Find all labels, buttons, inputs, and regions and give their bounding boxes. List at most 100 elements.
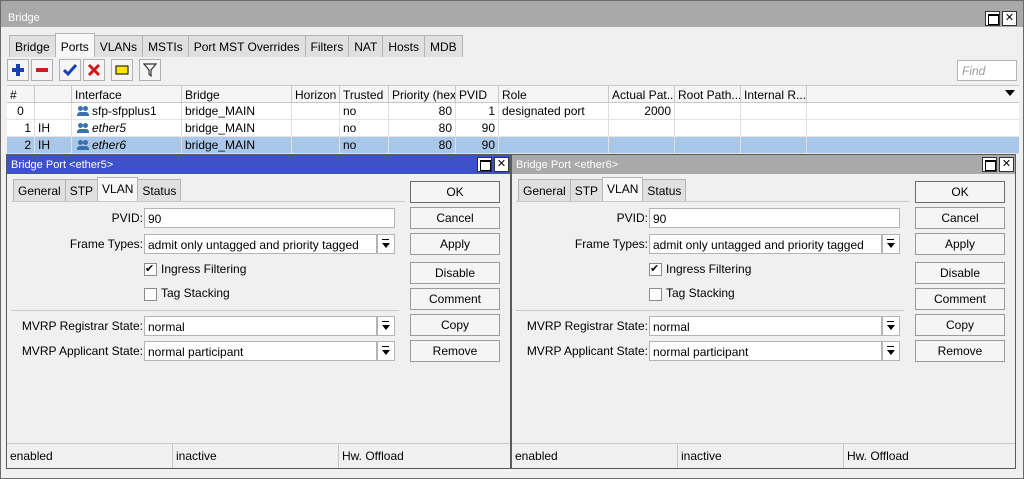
mvrp-registrar-select[interactable]: normal — [649, 316, 882, 336]
tag-stacking-checkbox[interactable] — [144, 288, 157, 301]
cancel-button[interactable]: Cancel — [915, 207, 1005, 229]
frame-types-select[interactable]: admit only untagged and priority tagged — [649, 234, 882, 254]
col-internal[interactable]: Internal R... — [741, 86, 807, 102]
pvid-input[interactable]: 90 — [144, 208, 395, 228]
comment-button[interactable] — [111, 59, 133, 81]
tab-status[interactable]: Status — [642, 179, 687, 201]
copy-button[interactable]: Copy — [410, 314, 500, 336]
ok-button[interactable]: OK — [915, 181, 1005, 203]
mvrp-registrar-dropdown-icon[interactable] — [882, 316, 900, 336]
columns-dropdown-icon[interactable] — [1005, 90, 1015, 96]
window-title-bar[interactable]: Bridge — [1, 1, 1023, 27]
frame-types-label: Frame Types: — [574, 237, 648, 251]
col-root-path[interactable]: Root Path... — [675, 86, 741, 102]
ingress-filtering-checkbox[interactable] — [144, 262, 157, 276]
tab-bridge[interactable]: Bridge — [9, 35, 56, 57]
close-icon[interactable] — [494, 157, 509, 172]
pvid-label: PVID: — [616, 211, 648, 225]
disable-button[interactable]: Disable — [915, 262, 1005, 284]
mvrp-applicant-dropdown-icon[interactable] — [882, 341, 900, 361]
ingress-filtering-checkbox[interactable] — [649, 262, 662, 276]
col-pvid[interactable]: PVID — [456, 86, 499, 102]
disable-button[interactable] — [83, 59, 105, 81]
dialog-title-bar[interactable]: Bridge Port <ether6> — [512, 155, 1015, 174]
dialog-title: Bridge Port <ether6> — [516, 159, 619, 171]
col-flags[interactable] — [35, 86, 72, 102]
cancel-button[interactable]: Cancel — [410, 207, 500, 229]
table-row[interactable]: 1 IH ether5 bridge_MAIN no 80 90 — [7, 120, 1019, 137]
col-bridge[interactable]: Bridge — [182, 86, 292, 102]
frame-types-select[interactable]: admit only untagged and priority tagged — [144, 234, 377, 254]
mvrp-registrar-label: MVRP Registrar State: — [21, 319, 143, 333]
pvid-input[interactable]: 90 — [649, 208, 900, 228]
maximize-icon[interactable] — [477, 157, 492, 172]
mvrp-registrar-select[interactable]: normal — [144, 316, 377, 336]
tab-mdb[interactable]: MDB — [424, 35, 463, 57]
apply-button[interactable]: Apply — [410, 233, 500, 255]
col-trusted[interactable]: Trusted — [340, 86, 389, 102]
vlan-panel: PVID: 90 Frame Types: admit only untagge… — [516, 201, 910, 379]
tab-general[interactable]: General — [518, 179, 571, 201]
maximize-icon[interactable] — [985, 11, 1000, 26]
interface-icon — [77, 140, 89, 150]
plus-icon — [12, 64, 24, 76]
table-row[interactable]: 0 sfp-sfpplus1 bridge_MAIN no 80 1 desig… — [7, 103, 1019, 120]
tab-mstis[interactable]: MSTIs — [142, 35, 189, 57]
col-horizon[interactable]: Horizon — [292, 86, 340, 102]
col-priority[interactable]: Priority (hex) — [389, 86, 456, 102]
dialog-title-bar[interactable]: Bridge Port <ether5> — [7, 155, 510, 174]
tab-filters[interactable]: Filters — [304, 35, 350, 57]
close-icon[interactable] — [1002, 11, 1017, 26]
dialog-title: Bridge Port <ether5> — [11, 159, 114, 171]
remove-button[interactable]: Remove — [410, 340, 500, 362]
col-interface[interactable]: Interface — [72, 86, 182, 102]
x-icon — [87, 63, 101, 77]
tab-nat[interactable]: NAT — [348, 35, 384, 57]
tab-vlan[interactable]: VLAN — [602, 177, 644, 201]
tab-general[interactable]: General — [13, 179, 66, 201]
col-role[interactable]: Role — [499, 86, 609, 102]
remove-button[interactable]: Remove — [915, 340, 1005, 362]
add-button[interactable] — [7, 59, 29, 81]
maximize-icon[interactable] — [982, 157, 997, 172]
mvrp-applicant-select[interactable]: normal participant — [649, 341, 882, 361]
tab-vlan[interactable]: VLAN — [97, 177, 139, 201]
remove-button[interactable] — [31, 59, 53, 81]
filter-button[interactable] — [139, 59, 161, 81]
filter-icon — [143, 63, 157, 77]
bridge-port-dialog-ether5: Bridge Port <ether5> General STP VLAN St… — [6, 154, 511, 469]
mvrp-registrar-dropdown-icon[interactable] — [377, 316, 395, 336]
dialog-tabs: General STP VLAN Status — [518, 177, 687, 201]
col-actual-path[interactable]: Actual Pat... — [609, 86, 675, 102]
tab-port-mst-overrides[interactable]: Port MST Overrides — [187, 35, 306, 57]
comment-button[interactable]: Comment — [915, 288, 1005, 310]
enable-button[interactable] — [59, 59, 81, 81]
frame-types-dropdown-icon[interactable] — [377, 234, 395, 254]
disable-button[interactable]: Disable — [410, 262, 500, 284]
status-enabled: enabled — [7, 444, 173, 468]
table-row-selected[interactable]: 2 IH ether6 bridge_MAIN no 80 90 — [7, 137, 1019, 154]
interface-icon — [77, 106, 89, 116]
ok-button[interactable]: OK — [410, 181, 500, 203]
tab-status[interactable]: Status — [137, 179, 182, 201]
table-header: # Interface Bridge Horizon Trusted Prior… — [7, 85, 1019, 103]
tab-stp[interactable]: STP — [569, 179, 604, 201]
tab-vlans[interactable]: VLANs — [93, 35, 144, 57]
divider — [516, 310, 904, 311]
frame-types-dropdown-icon[interactable] — [882, 234, 900, 254]
ingress-filtering-label: Ingress Filtering — [666, 262, 752, 276]
tag-stacking-checkbox[interactable] — [649, 288, 662, 301]
tab-ports[interactable]: Ports — [54, 33, 95, 57]
apply-button[interactable]: Apply — [915, 233, 1005, 255]
status-running: inactive — [678, 444, 844, 468]
tab-hosts[interactable]: Hosts — [382, 35, 426, 57]
col-num[interactable]: # — [7, 86, 35, 102]
comment-icon — [115, 65, 129, 75]
tab-stp[interactable]: STP — [64, 179, 99, 201]
mvrp-applicant-dropdown-icon[interactable] — [377, 341, 395, 361]
close-icon[interactable] — [999, 157, 1014, 172]
find-input[interactable]: Find — [957, 60, 1017, 81]
copy-button[interactable]: Copy — [915, 314, 1005, 336]
comment-button[interactable]: Comment — [410, 288, 500, 310]
mvrp-applicant-select[interactable]: normal participant — [144, 341, 377, 361]
